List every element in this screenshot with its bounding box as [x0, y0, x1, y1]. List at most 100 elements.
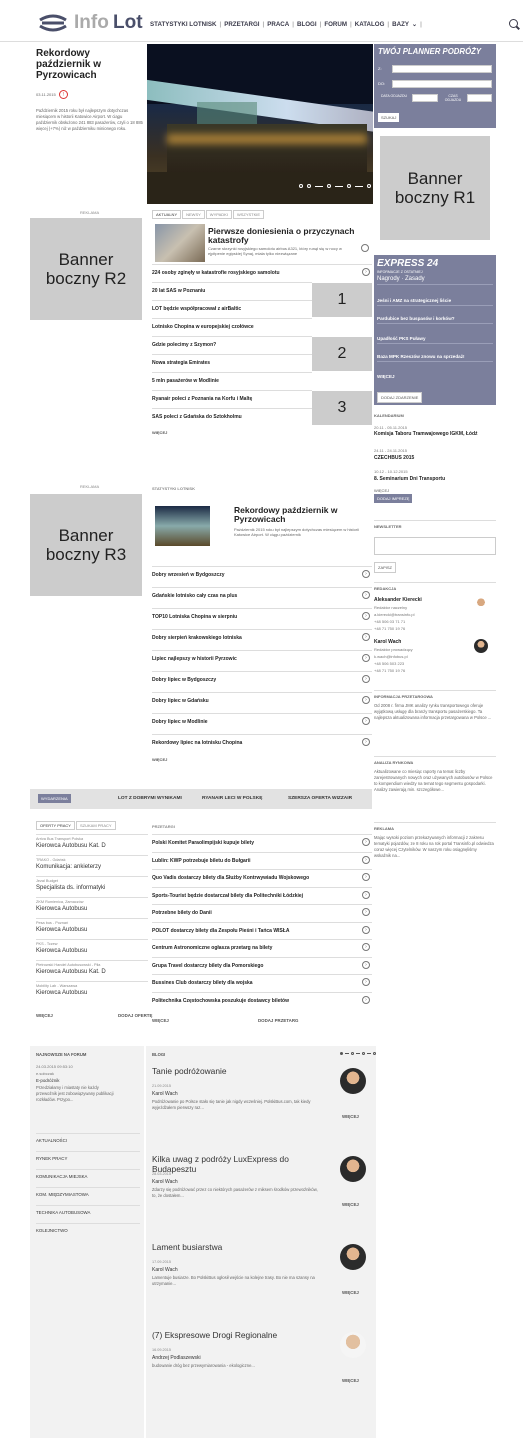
- forum-cat-link[interactable]: TECHNIKA AUTOBUSOWA: [36, 1205, 140, 1215]
- list-item[interactable]: Gdzie polecimy z Szymon?: [152, 336, 312, 353]
- arrow-circle-icon[interactable]: ›: [362, 925, 370, 934]
- newsletter-email-input[interactable]: [374, 537, 496, 555]
- tender-title[interactable]: Polski Komitet Paraolimpijski kupuje bil…: [152, 840, 254, 846]
- express-more-link[interactable]: WIĘCEJ: [377, 374, 493, 381]
- news-lead-image[interactable]: [155, 224, 205, 262]
- list-item[interactable]: 224 osoby zginęły w katastrofie rosyjski…: [152, 264, 372, 281]
- event-name[interactable]: Komisja Taboru Tramwajowego IGKM, Łódź: [374, 431, 494, 437]
- arrow-circle-icon[interactable]: ›: [362, 978, 370, 986]
- job-item[interactable]: Pesa bus - Poznań Kierowca Autobusu: [36, 918, 148, 939]
- arrow-circle-icon[interactable]: ›: [362, 995, 370, 1004]
- list-item[interactable]: Dobry sierpień krakowskiego lotniska ›: [152, 629, 372, 646]
- arrow-circle-icon[interactable]: ›: [362, 738, 370, 746]
- list-item[interactable]: Ryanair poleci z Poznania na Korfu i Mal…: [152, 390, 312, 407]
- arrow-circle-icon[interactable]: ›: [362, 855, 370, 864]
- planner-date-input[interactable]: [412, 94, 438, 102]
- logo-text-lot[interactable]: Lot: [113, 12, 143, 34]
- forum-cat-link[interactable]: KOM. MIĘDZYMIASTOWA: [36, 1187, 140, 1197]
- arrow-circle-icon[interactable]: ›: [362, 838, 370, 846]
- nav-praca[interactable]: PRACA: [267, 21, 289, 28]
- tender-item[interactable]: Potrzebne bilety do Danii ›: [152, 904, 372, 921]
- planner-search-button[interactable]: SZUKAJ: [378, 113, 400, 122]
- forum-category[interactable]: E-podróżnik: [36, 1078, 59, 1083]
- blog-more-link[interactable]: WIĘCEJ: [342, 1202, 359, 1207]
- planner-from-input[interactable]: [392, 65, 492, 73]
- hero-image[interactable]: [147, 44, 373, 204]
- job-item[interactable]: TRAKO - Gdańsk Komunikacja: ankieterzy: [36, 855, 148, 876]
- ad-slot-2[interactable]: 2: [312, 337, 372, 371]
- carousel-dots[interactable]: [299, 184, 371, 188]
- express-item[interactable]: Jeśni i AMZ na strategicznej liście: [377, 298, 493, 306]
- blog-title[interactable]: (7) Ekspresowe Drogi Regionalne: [152, 1330, 332, 1340]
- tender-item[interactable]: Quo Vadis dostarczy bilety dla Służby Ko…: [152, 869, 372, 886]
- tender-title[interactable]: POLOT dostarczy bilety dla Zespołu Pieśn…: [152, 928, 289, 934]
- ad-slot-3[interactable]: 3: [312, 391, 372, 425]
- events-label[interactable]: WYDARZENIA: [38, 794, 71, 803]
- tab-szukam[interactable]: SZUKAM PRACY: [75, 821, 116, 830]
- ad-slot-1[interactable]: 1: [312, 283, 372, 317]
- job-title[interactable]: Kierowca Autobusu: [36, 927, 148, 933]
- blog-author[interactable]: Karol Wach: [152, 1179, 178, 1185]
- job-title[interactable]: Kierowca Autobusu Kat. D: [36, 969, 148, 975]
- job-item[interactable]: Mobility Lab - Warszawa Kierowca Autobusu: [36, 981, 148, 1002]
- arrow-circle-icon[interactable]: ›: [362, 696, 370, 704]
- tender-title[interactable]: Bussines Club dostarczy bilety dla wojsk…: [152, 980, 253, 986]
- job-title[interactable]: Kierowca Autobusu Kat. D: [36, 843, 148, 849]
- tender-item[interactable]: POLOT dostarczy bilety dla Zespołu Pieśn…: [152, 921, 372, 939]
- list-item[interactable]: 5 mln pasażerów w Modlinie: [152, 372, 312, 389]
- arrow-circle-icon[interactable]: ›: [362, 654, 370, 662]
- arrow-circle-icon[interactable]: ›: [362, 591, 370, 599]
- planner-time-input[interactable]: [467, 94, 492, 102]
- blog-author[interactable]: Karol Wach: [152, 1267, 178, 1273]
- blog-title[interactable]: Lament busiarstwa: [152, 1242, 332, 1252]
- list-item[interactable]: LOT będzie współpracował z airBaltic: [152, 300, 312, 317]
- add-offer-link[interactable]: DODAJ OFERTĘ: [118, 1013, 152, 1018]
- event-name[interactable]: 8. Seminarium Dni Transportu: [374, 476, 445, 482]
- arrow-circle-icon[interactable]: ›: [362, 675, 370, 683]
- arrow-circle-icon[interactable]: ›: [362, 960, 370, 969]
- arrow-circle-icon[interactable]: ›: [362, 873, 370, 881]
- tender-title[interactable]: Politechnika Częstochowska poszukuje dos…: [152, 998, 289, 1004]
- tenders-more-link[interactable]: WIĘCEJ: [152, 1018, 169, 1023]
- blog-more-link[interactable]: WIĘCEJ: [342, 1114, 359, 1119]
- blog-more-link[interactable]: WIĘCEJ: [342, 1378, 359, 1383]
- list-item[interactable]: Gdańskie lotnisko cały czas na plus ›: [152, 587, 372, 604]
- editor-email[interactable]: k.wach@infobus.pl: [374, 654, 408, 659]
- job-title[interactable]: Kierowca Autobusu: [36, 990, 148, 996]
- express-item[interactable]: Baza MPK Rzeszów znowu na sprzedaż!: [377, 354, 493, 362]
- tender-title[interactable]: Lublin: KWP potrzebuje biletu do Bułgari…: [152, 858, 251, 864]
- tab-wypadki[interactable]: WYPADKI: [205, 210, 232, 219]
- tender-title[interactable]: Potrzebne bilety do Danii: [152, 910, 212, 916]
- tender-title[interactable]: Quo Vadis dostarczy bilety dla Służby Ko…: [152, 875, 309, 881]
- tender-item[interactable]: Bussines Club dostarczy bilety dla wojsk…: [152, 974, 372, 991]
- forum-user[interactable]: e.sobczak: [36, 1071, 54, 1076]
- logo-icon[interactable]: [38, 14, 68, 32]
- job-item[interactable]: Jezal Budget Specjalista ds. informatyki: [36, 876, 148, 897]
- blog-title[interactable]: Tanie podróżowanie: [152, 1066, 332, 1076]
- featured-article[interactable]: Rekordowy październik w Pyrzowicach 03.1…: [36, 48, 144, 132]
- stats-label[interactable]: STATYSTYKI LOTNISK: [152, 486, 195, 491]
- calendar-more-link[interactable]: WIĘCEJ: [374, 488, 389, 493]
- list-item[interactable]: Lipiec najlepszy w historii Pyrzowic ›: [152, 650, 372, 667]
- arrow-circle-icon[interactable]: ›: [362, 612, 370, 620]
- news-more-link[interactable]: WIĘCEJ: [152, 430, 167, 435]
- arrow-circle-icon[interactable]: ›: [362, 908, 370, 916]
- tender-item[interactable]: Grupa Travel dostarczy bilety dla Pomors…: [152, 956, 372, 974]
- job-title[interactable]: Komunikacja: ankieterzy: [36, 864, 148, 870]
- nav-bazy[interactable]: BAZY: [392, 21, 409, 28]
- job-title[interactable]: Specjalista ds. informatyki: [36, 885, 148, 891]
- express-item[interactable]: Pardubice bez buspasów i korków?: [377, 316, 493, 324]
- arrow-circle-icon[interactable]: ›: [362, 633, 370, 641]
- planner-to-input[interactable]: [392, 80, 492, 88]
- nav-forum[interactable]: FORUM: [324, 21, 347, 28]
- list-item[interactable]: Dobry lipiec w Gdańsku ›: [152, 692, 372, 709]
- nav-katalog[interactable]: KATALOG: [355, 21, 385, 28]
- newsletter-submit-button[interactable]: ZAPISZ: [374, 562, 397, 573]
- forum-cat-link[interactable]: KOMUNIKACJA MIEJSKA: [36, 1169, 140, 1179]
- featured-title[interactable]: Rekordowy październik w Pyrzowicach: [36, 48, 144, 81]
- arrow-circle-icon[interactable]: ›: [362, 570, 370, 578]
- tender-item[interactable]: Politechnika Częstochowska poszukuje dos…: [152, 991, 372, 1009]
- event-link[interactable]: RYANAIR LECI W POLSKĘ: [202, 796, 262, 801]
- job-item[interactable]: Arriva Bus Transport Polska Kierowca Auto…: [36, 834, 148, 855]
- forum-cat-link[interactable]: KOLEJNICTWO: [36, 1223, 140, 1233]
